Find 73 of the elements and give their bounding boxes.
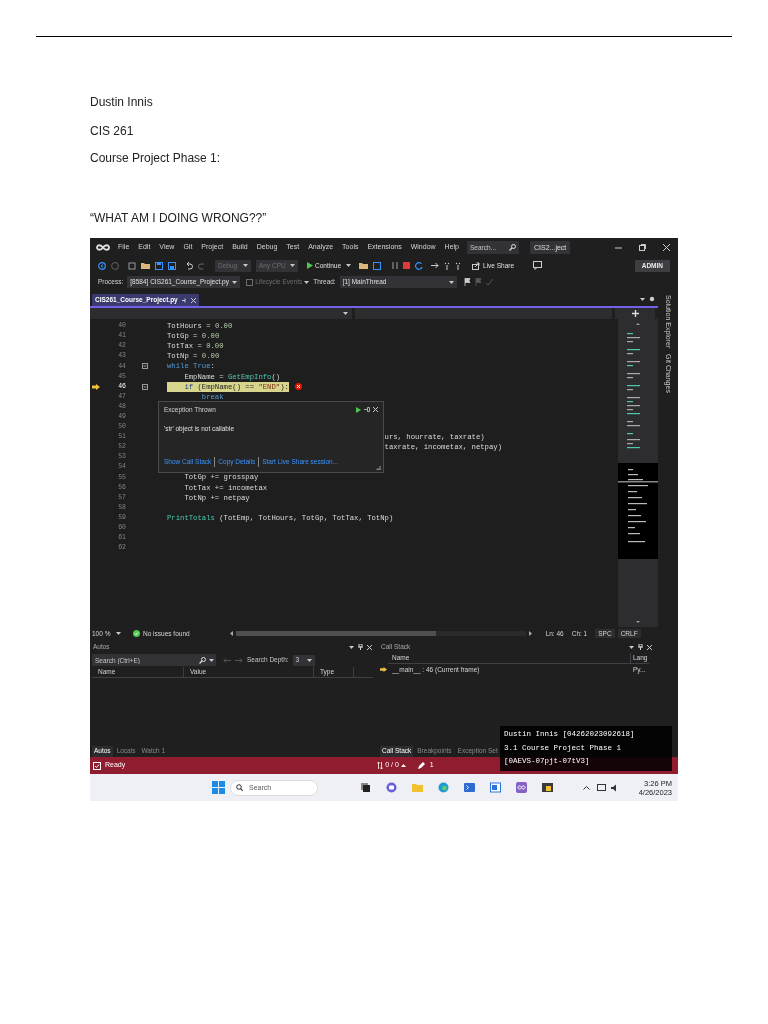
split-button[interactable]	[615, 308, 655, 319]
lifecycle-icon	[246, 278, 254, 286]
pin-icon[interactable]	[364, 407, 370, 413]
folder-icon[interactable]	[359, 262, 369, 269]
restart-icon[interactable]	[415, 261, 424, 270]
minimize-icon[interactable]	[615, 244, 622, 251]
caret-icon[interactable]	[306, 658, 312, 662]
resize-grip-icon[interactable]	[376, 465, 381, 470]
infinity-app-icon[interactable]	[516, 782, 527, 793]
step-into-icon[interactable]	[444, 261, 451, 270]
stop-icon[interactable]	[403, 262, 411, 269]
close-icon[interactable]	[367, 644, 372, 650]
chat-icon[interactable]	[386, 782, 397, 793]
monitor-icon[interactable]	[597, 783, 606, 792]
restore-icon[interactable]	[639, 244, 646, 251]
caret-icon[interactable]	[116, 632, 122, 635]
infinity-logo-icon	[96, 243, 110, 252]
pause-icon[interactable]	[392, 262, 399, 269]
scroll-right-icon[interactable]	[528, 631, 532, 636]
step-arrow-icon[interactable]	[431, 262, 440, 269]
caret-icon[interactable]	[349, 645, 354, 649]
caret-icon[interactable]	[232, 280, 238, 284]
window-icon[interactable]	[373, 261, 382, 270]
caret-icon[interactable]	[343, 312, 348, 315]
minimap[interactable]	[618, 319, 658, 627]
caret-up-icon	[400, 764, 406, 767]
play-icon	[307, 262, 313, 269]
play-icon[interactable]	[356, 406, 361, 413]
search-icon	[199, 656, 206, 664]
caret-icon[interactable]	[448, 280, 454, 284]
terminal-icon[interactable]	[464, 782, 475, 793]
python-app-icon[interactable]	[542, 782, 553, 793]
pin-icon	[181, 297, 187, 303]
window-app-icon[interactable]	[490, 782, 501, 793]
search-icon	[509, 244, 516, 251]
save-icon[interactable]	[155, 261, 163, 270]
sync-arrows-icon	[377, 762, 384, 769]
feedback-icon[interactable]	[533, 261, 543, 270]
status-icon	[93, 761, 101, 770]
search-icon	[236, 784, 243, 791]
new-file-icon[interactable]	[128, 261, 136, 270]
assignment-title: Course Project Phase 1:	[90, 151, 222, 165]
course-name: CIS 261	[90, 124, 135, 138]
close-icon	[190, 297, 196, 303]
caret-icon[interactable]	[346, 264, 352, 267]
browser-icon[interactable]	[438, 782, 449, 793]
author-name: Dustin Innis	[90, 95, 154, 109]
plus-icon	[631, 310, 639, 317]
step-out-icon[interactable]	[455, 261, 462, 270]
back-icon[interactable]	[98, 261, 106, 270]
close-icon[interactable]	[663, 244, 670, 251]
question-text: “WHAT AM I DOING WRONG??”	[90, 211, 268, 225]
close-icon[interactable]	[647, 644, 652, 650]
pin-icon[interactable]	[358, 644, 363, 650]
start-icon[interactable]	[212, 781, 225, 794]
caret-icon[interactable]	[629, 645, 634, 649]
undo-icon[interactable]	[185, 261, 193, 270]
settings-icon[interactable]	[649, 296, 655, 302]
caret-icon[interactable]	[640, 298, 645, 301]
scroll-left-icon[interactable]	[229, 631, 233, 636]
horizontal-scrollbar[interactable]	[235, 631, 526, 636]
check-circle-icon	[133, 630, 140, 637]
caret-icon[interactable]	[209, 658, 214, 662]
share-icon	[472, 261, 481, 270]
task-view-icon[interactable]	[360, 782, 371, 793]
pin-icon[interactable]	[638, 644, 643, 650]
save-all-icon[interactable]	[168, 261, 176, 270]
redo-icon[interactable]	[198, 261, 206, 270]
folder-icon[interactable]	[141, 262, 150, 269]
close-icon[interactable]	[373, 407, 378, 413]
chevron-up-icon[interactable]	[583, 785, 590, 790]
pencil-icon	[417, 762, 425, 769]
speaker-icon[interactable]	[611, 783, 619, 792]
